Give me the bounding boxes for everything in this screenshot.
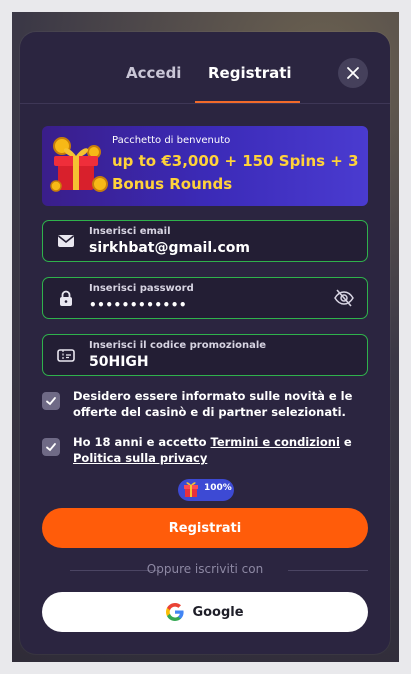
promo-label: Inserisci il codice promozionale [89,340,267,351]
marketing-consent-text: Desidero essere informato sulle novità e… [73,389,353,419]
google-logo-icon [166,603,185,621]
google-label: Google [192,604,244,620]
terms-consent-row: Ho 18 anni e accetto Termini e condizion… [42,434,372,468]
password-field[interactable]: Inserisci password •••••••••••• [42,277,368,319]
email-label: Inserisci email [89,226,171,237]
password-label: Inserisci password [89,283,194,294]
check-icon [46,397,56,406]
signup-modal: Accedi Registrati Pacchetto di benvenuto… [20,32,390,654]
privacy-link[interactable]: Politica sulla privacy [73,451,207,465]
gift-icon [184,482,198,497]
or-divider: Oppure iscriviti con [42,562,368,578]
register-button[interactable]: Registrati [42,508,368,548]
terms-link[interactable]: Termini e condizioni [211,435,340,449]
or-text: Oppure iscriviti con [146,562,264,576]
divider-line-right [288,570,368,571]
close-icon [347,67,359,79]
terms-checkbox[interactable] [42,438,60,456]
promo-value[interactable]: 50HIGH [89,354,149,370]
page-frame: Accedi Registrati Pacchetto di benvenuto… [12,12,399,662]
password-value[interactable]: •••••••••••• [89,298,187,312]
auth-tabs: Accedi Registrati [20,32,390,104]
bonus-percent: 100% [204,483,232,493]
bonus-progress-badge: 100% [178,479,234,501]
tabs-divider [20,103,390,104]
promo-code-field[interactable]: Inserisci il codice promozionale 50HIGH [42,334,368,376]
marketing-checkbox[interactable] [42,392,60,410]
gift-coins-icon [50,137,108,192]
marketing-consent-row: Desidero essere informato sulle novità e… [42,388,372,422]
google-signin-button[interactable]: Google [42,592,368,632]
terms-middle: e [339,435,352,449]
eye-off-icon[interactable] [333,287,355,309]
terms-consent-text: Ho 18 anni e accetto Termini e condizion… [73,434,373,466]
close-button[interactable] [338,58,368,88]
email-field[interactable]: Inserisci email sirkhbat@gmail.com [42,220,368,262]
mail-icon [58,235,74,247]
check-icon [46,443,56,452]
banner-headline: up to €3,000 + 150 Spins + 3 Bonus Round… [112,152,359,193]
banner-subtitle: Pacchetto di benvenuto [112,135,231,146]
coupon-icon [57,349,75,362]
welcome-bonus-banner[interactable]: Pacchetto di benvenuto up to €3,000 + 15… [42,126,368,206]
tab-login[interactable]: Accedi [126,64,181,82]
email-value[interactable]: sirkhbat@gmail.com [89,240,250,256]
lock-icon [60,290,72,306]
terms-prefix: Ho 18 anni e accetto [73,435,211,449]
tab-register[interactable]: Registrati [208,64,292,82]
